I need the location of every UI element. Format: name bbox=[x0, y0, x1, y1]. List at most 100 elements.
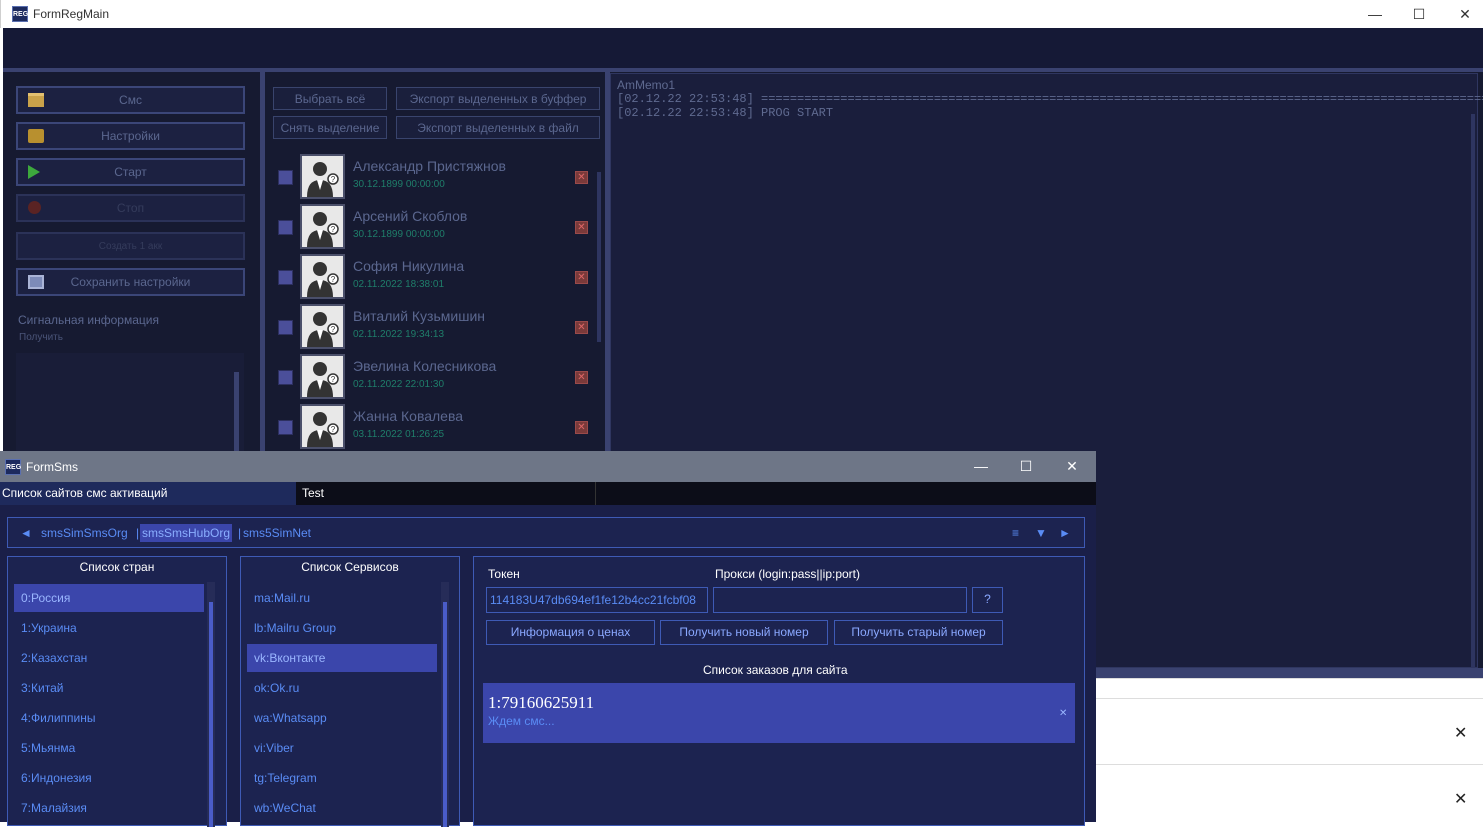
svg-text:?: ? bbox=[331, 425, 336, 434]
contact-row[interactable]: ? Виталий Кузьмишин 02.11.2022 19:34:13 ✕ bbox=[273, 304, 593, 352]
sms-folder-icon bbox=[28, 93, 44, 107]
top-toolbar bbox=[3, 28, 1483, 68]
contact-row[interactable]: ? Александр Пристяжнов 30.12.1899 00:00:00… bbox=[273, 154, 593, 202]
token-label: Токен bbox=[488, 567, 520, 581]
contact-row[interactable]: ? Жанна Ковалева 03.11.2022 01:26:25 ✕ bbox=[273, 404, 593, 452]
create-account-button[interactable]: Создать 1 акк bbox=[16, 232, 245, 260]
contact-name: София Никулина bbox=[353, 258, 465, 274]
sms-maximize-button[interactable]: ☐ bbox=[1003, 451, 1049, 482]
contact-avatar-icon: ? bbox=[300, 154, 345, 199]
service-item[interactable]: ok:Ok.ru bbox=[247, 674, 437, 702]
contact-delete-icon[interactable]: ✕ bbox=[575, 171, 588, 184]
country-item[interactable]: 2:Казахстан bbox=[14, 644, 204, 672]
notification-close-icon[interactable]: ✕ bbox=[1454, 723, 1467, 743]
token-input[interactable]: 114183U47db694ef1fe12b4cc21fcbf08 bbox=[486, 587, 708, 613]
contact-checkbox[interactable] bbox=[278, 220, 293, 235]
export-buffer-button[interactable]: Экспорт выделенных в буффер bbox=[396, 87, 600, 110]
countries-scrollbar[interactable] bbox=[207, 582, 215, 827]
tab-test[interactable]: Test bbox=[299, 482, 596, 505]
countries-scroll-thumb[interactable] bbox=[209, 602, 213, 827]
price-info-button[interactable]: Информация о ценах bbox=[486, 620, 655, 645]
contact-checkbox[interactable] bbox=[278, 170, 293, 185]
sms-close-button[interactable]: ✕ bbox=[1049, 451, 1095, 482]
country-item[interactable]: 6:Индонезия bbox=[14, 764, 204, 792]
signal-info-list bbox=[16, 353, 244, 453]
site-tab[interactable]: smsSimSmsOrg bbox=[41, 518, 128, 549]
contact-checkbox[interactable] bbox=[278, 420, 293, 435]
contact-checkbox[interactable] bbox=[278, 320, 293, 335]
sms-window: REG FormSms — ☐ ✕ Список сайтов смс акти… bbox=[0, 451, 1096, 827]
service-item[interactable]: lb:Mailru Group bbox=[247, 614, 437, 642]
notification-close-icon[interactable]: ✕ bbox=[1454, 789, 1467, 809]
tab-sms-sites[interactable]: Список сайтов смс активаций bbox=[0, 482, 296, 505]
notification-top bbox=[1096, 678, 1483, 700]
close-button[interactable]: ✕ bbox=[1442, 0, 1483, 28]
services-scrollbar[interactable] bbox=[441, 582, 449, 827]
nav-next-button[interactable]: ► bbox=[1059, 518, 1071, 549]
maximize-button[interactable]: ☐ bbox=[1396, 0, 1442, 28]
nav-menu-button[interactable]: ≡ bbox=[1012, 518, 1019, 549]
country-item[interactable]: 0:Россия bbox=[14, 584, 204, 612]
service-item[interactable]: ma:Mail.ru bbox=[247, 584, 437, 612]
stop-button[interactable]: Стоп bbox=[16, 194, 245, 222]
service-item[interactable]: vi:Viber bbox=[247, 734, 437, 762]
country-item[interactable]: 7:Малайзия bbox=[14, 794, 204, 822]
order-number: 1:79160625911 bbox=[488, 693, 595, 712]
contact-row[interactable]: ? Эвелина Колесникова 02.11.2022 22:01:30 ✕ bbox=[273, 354, 593, 402]
order-remove-icon[interactable]: ✕ bbox=[1059, 708, 1067, 719]
services-title: Список Сервисов bbox=[301, 560, 399, 574]
save-settings-button[interactable]: Сохранить настройки bbox=[16, 268, 245, 296]
site-nav-bar: ◄ smsSimSmsOrg | smsSmsHubOrg | sms5SimN… bbox=[7, 517, 1085, 548]
site-tab[interactable]: sms5SimNet bbox=[243, 518, 311, 549]
site-tab-selected[interactable]: smsSmsHubOrg bbox=[140, 524, 233, 542]
settings-button[interactable]: Настройки bbox=[16, 122, 245, 150]
old-number-button[interactable]: Получить старый номер bbox=[834, 620, 1003, 645]
start-button[interactable]: Старт bbox=[16, 158, 245, 186]
contacts-scrollbar[interactable] bbox=[597, 172, 601, 342]
countries-panel: Список стран 0:Россия 1:Украина 2:Казахста… bbox=[7, 556, 227, 827]
service-item[interactable]: vk:Вконтакте bbox=[247, 644, 437, 672]
contact-delete-icon[interactable]: ✕ bbox=[575, 321, 588, 334]
nav-down-button[interactable]: ▼ bbox=[1035, 518, 1047, 549]
contact-date: 02.11.2022 22:01:30 bbox=[353, 379, 445, 390]
memo-scrollbar[interactable] bbox=[1471, 114, 1475, 674]
nav-prev-button[interactable]: ◄ bbox=[20, 518, 32, 549]
stop-icon bbox=[28, 201, 41, 214]
new-number-button[interactable]: Получить новый номер bbox=[660, 620, 828, 645]
country-item[interactable]: 5:Мьянма bbox=[14, 734, 204, 762]
notification-2: ✕ bbox=[1096, 764, 1483, 822]
sms-button[interactable]: Смс bbox=[16, 86, 245, 114]
service-item[interactable]: wa:Whatsapp bbox=[247, 704, 437, 732]
proxy-help-button[interactable]: ? bbox=[972, 587, 1003, 613]
play-icon bbox=[28, 165, 40, 179]
sms-minimize-button[interactable]: — bbox=[958, 451, 1004, 482]
contact-date: 30.12.1899 00:00:00 bbox=[353, 179, 445, 190]
svg-text:?: ? bbox=[331, 375, 336, 384]
country-item[interactable]: 3:Китай bbox=[14, 674, 204, 702]
proxy-input[interactable] bbox=[713, 587, 967, 613]
country-item[interactable]: 1:Украина bbox=[14, 614, 204, 642]
contact-checkbox[interactable] bbox=[278, 270, 293, 285]
signal-info-get[interactable]: Получить bbox=[19, 332, 63, 343]
services-scroll-thumb[interactable] bbox=[443, 602, 447, 827]
select-all-button[interactable]: Выбрать всё bbox=[273, 87, 387, 110]
contact-delete-icon[interactable]: ✕ bbox=[575, 221, 588, 234]
contact-delete-icon[interactable]: ✕ bbox=[575, 271, 588, 284]
export-file-button[interactable]: Экспорт выделенных в файл bbox=[396, 116, 600, 139]
deselect-button[interactable]: Снять выделение bbox=[273, 116, 387, 139]
order-item[interactable]: 1:79160625911 Ждем смс... ✕ bbox=[483, 683, 1075, 743]
contact-delete-icon[interactable]: ✕ bbox=[575, 421, 588, 434]
contact-checkbox[interactable] bbox=[278, 370, 293, 385]
service-item[interactable]: tg:Telegram bbox=[247, 764, 437, 792]
contact-row[interactable]: ? София Никулина 02.11.2022 18:38:01 ✕ bbox=[273, 254, 593, 302]
contact-name: Виталий Кузьмишин bbox=[353, 308, 485, 324]
proxy-label: Прокси (login:pass||ip:port) bbox=[715, 567, 861, 581]
contact-row[interactable]: ? Арсений Скоблов 30.12.1899 00:00:00 ✕ bbox=[273, 204, 593, 252]
signal-info-title: Сигнальная информация bbox=[18, 313, 159, 327]
orders-title: Список заказов для сайта bbox=[703, 663, 848, 677]
signal-scrollbar[interactable] bbox=[234, 372, 239, 452]
minimize-button[interactable]: — bbox=[1352, 0, 1398, 28]
country-item[interactable]: 4:Филиппины bbox=[14, 704, 204, 732]
service-item[interactable]: wb:WeChat bbox=[247, 794, 437, 822]
contact-delete-icon[interactable]: ✕ bbox=[575, 371, 588, 384]
